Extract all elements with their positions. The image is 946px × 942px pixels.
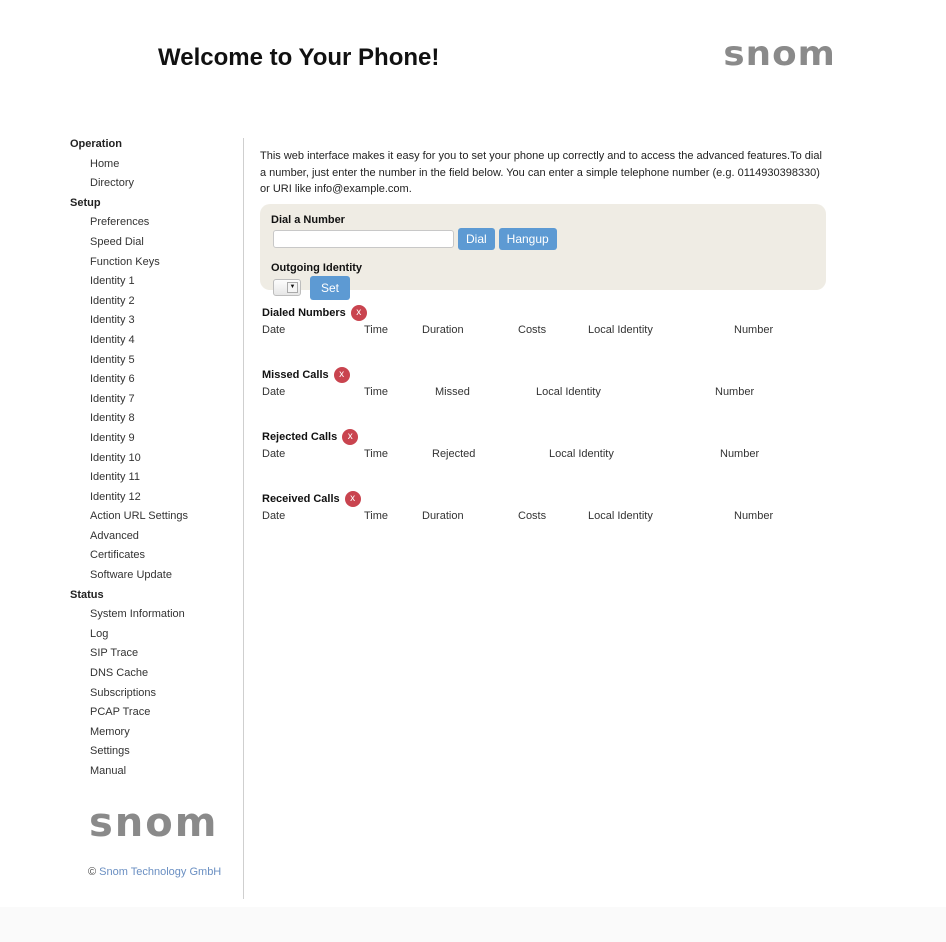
- page-footer-band: [0, 907, 946, 942]
- sidebar-divider: [243, 138, 244, 899]
- sidebar-item-directory[interactable]: Directory: [70, 174, 240, 194]
- dial-number-input[interactable]: [273, 229, 454, 248]
- intro-text: This web interface makes it easy for you…: [260, 150, 822, 195]
- column-header-local-identity: Local Identity: [588, 323, 653, 336]
- call-list-header: Dialed Numbers x: [260, 304, 826, 322]
- dial-label: Dial a Number: [271, 213, 345, 226]
- sidebar-item-pcap-trace[interactable]: PCAP Trace: [70, 703, 240, 723]
- sidebar-item-identity-7[interactable]: Identity 7: [70, 390, 240, 410]
- column-header-time: Time: [364, 323, 389, 336]
- clear-list-icon[interactable]: x: [333, 366, 350, 383]
- sidebar-item-system-information[interactable]: System Information: [70, 605, 240, 625]
- sidebar-item-action-url-settings[interactable]: Action URL Settings: [70, 507, 240, 527]
- hangup-button[interactable]: Hangup: [498, 227, 557, 250]
- sidebar-snom-logo: snom: [89, 800, 219, 846]
- column-header-time: Time: [364, 385, 389, 398]
- column-headers: Date Time Duration Costs Local Identity Numbe…: [260, 324, 826, 340]
- call-list-header: Rejected Calls x: [260, 428, 826, 446]
- call-list-title: Rejected Calls: [262, 430, 338, 443]
- column-header-local-identity: Local Identity: [549, 447, 614, 460]
- sidebar-item-identity-11[interactable]: Identity 11: [70, 468, 240, 488]
- clear-list-icon[interactable]: x: [344, 490, 361, 507]
- sidebar-nav: Operation Home Directory Setup Preferences Sp…: [70, 135, 240, 782]
- column-header-missed: Missed: [435, 385, 470, 398]
- column-header-local-identity: Local Identity: [536, 385, 601, 398]
- column-header-local-identity: Local Identity: [588, 509, 653, 522]
- sidebar-item-identity-1[interactable]: Identity 1: [70, 272, 240, 292]
- call-list-header: Received Calls x: [260, 490, 826, 508]
- outgoing-identity-select[interactable]: ▼: [273, 279, 301, 296]
- nav-group-status: Status: [70, 588, 104, 601]
- sidebar-item-identity-4[interactable]: Identity 4: [70, 331, 240, 351]
- column-header-costs: Costs: [518, 509, 547, 522]
- sidebar-item-log[interactable]: Log: [70, 625, 240, 645]
- column-header-date: Date: [262, 447, 286, 460]
- copyright-link[interactable]: Snom Technology GmbH: [99, 866, 221, 878]
- sidebar-item-home[interactable]: Home: [70, 155, 240, 175]
- set-identity-button[interactable]: Set: [310, 275, 351, 300]
- column-header-costs: Costs: [518, 323, 547, 336]
- page-title: Welcome to Your Phone!: [158, 44, 440, 71]
- copyright: © Snom Technology GmbH: [88, 866, 221, 878]
- column-header-time: Time: [364, 509, 389, 522]
- column-header-number: Number: [734, 509, 774, 522]
- column-headers: Date Time Missed Local Identity Number: [260, 386, 826, 402]
- column-header-duration: Duration: [422, 323, 464, 336]
- chevron-down-icon: ▼: [287, 282, 298, 293]
- sidebar-item-certificates[interactable]: Certificates: [70, 546, 240, 566]
- call-lists: Dialed Numbers x Date Time Duration Costs Loca…: [260, 304, 826, 526]
- sidebar-item-dns-cache[interactable]: DNS Cache: [70, 664, 240, 684]
- clear-list-icon[interactable]: x: [350, 304, 367, 321]
- dial-button[interactable]: Dial: [458, 227, 495, 250]
- sidebar-item-identity-2[interactable]: Identity 2: [70, 292, 240, 312]
- call-list-title: Missed Calls: [262, 368, 329, 381]
- snom-logo: snom: [723, 34, 836, 74]
- sidebar-item-software-update[interactable]: Software Update: [70, 566, 240, 586]
- sidebar-item-subscriptions[interactable]: Subscriptions: [70, 684, 240, 704]
- sidebar-item-identity-3[interactable]: Identity 3: [70, 311, 240, 331]
- column-headers: Date Time Rejected Local Identity Number: [260, 448, 826, 464]
- nav-group-operation: Operation: [70, 138, 122, 150]
- sidebar-item-speed-dial[interactable]: Speed Dial: [70, 233, 240, 253]
- main-content: This web interface makes it easy for you…: [260, 148, 826, 526]
- call-list-title: Dialed Numbers: [262, 306, 346, 319]
- call-list-dialed-numbers: Dialed Numbers x Date Time Duration Costs Loca…: [260, 304, 826, 340]
- dial-panel: Dial a Number Dial Hangup Outgoing Ident…: [260, 203, 826, 300]
- sidebar-item-identity-10[interactable]: Identity 10: [70, 449, 240, 469]
- sidebar-item-identity-5[interactable]: Identity 5: [70, 351, 240, 371]
- sidebar-item-identity-9[interactable]: Identity 9: [70, 429, 240, 449]
- column-header-time: Time: [364, 447, 389, 460]
- call-list-rejected-calls: Rejected Calls x Date Time Rejected Local Ide…: [260, 428, 826, 464]
- sidebar-item-manual[interactable]: Manual: [70, 762, 240, 782]
- sidebar-item-identity-6[interactable]: Identity 6: [70, 370, 240, 390]
- sidebar-item-advanced[interactable]: Advanced: [70, 527, 240, 547]
- column-header-number: Number: [715, 385, 755, 398]
- column-header-date: Date: [262, 323, 286, 336]
- column-header-date: Date: [262, 509, 286, 522]
- call-list-received-calls: Received Calls x Date Time Duration Costs Loca…: [260, 490, 826, 526]
- nav-group-setup: Setup: [70, 196, 101, 209]
- sidebar-item-sip-trace[interactable]: SIP Trace: [70, 644, 240, 664]
- sidebar-item-settings[interactable]: Settings: [70, 742, 240, 762]
- column-header-date: Date: [262, 385, 286, 398]
- outgoing-identity-label: Outgoing Identity: [271, 261, 363, 274]
- column-header-duration: Duration: [422, 509, 464, 522]
- sidebar-item-identity-12[interactable]: Identity 12: [70, 488, 240, 508]
- call-list-title: Received Calls: [262, 492, 340, 505]
- column-header-number: Number: [720, 447, 760, 460]
- call-list-missed-calls: Missed Calls x Date Time Missed Local Identit…: [260, 366, 826, 402]
- column-headers: Date Time Duration Costs Local Identity Numbe…: [260, 510, 826, 526]
- sidebar-item-preferences[interactable]: Preferences: [70, 213, 240, 233]
- call-list-header: Missed Calls x: [260, 366, 826, 384]
- column-header-rejected: Rejected: [432, 447, 476, 460]
- sidebar-item-memory[interactable]: Memory: [70, 723, 240, 743]
- column-header-number: Number: [734, 323, 774, 336]
- copyright-symbol: ©: [88, 866, 97, 878]
- clear-list-icon[interactable]: x: [342, 428, 359, 445]
- sidebar-item-identity-8[interactable]: Identity 8: [70, 409, 240, 429]
- sidebar-item-function-keys[interactable]: Function Keys: [70, 253, 240, 273]
